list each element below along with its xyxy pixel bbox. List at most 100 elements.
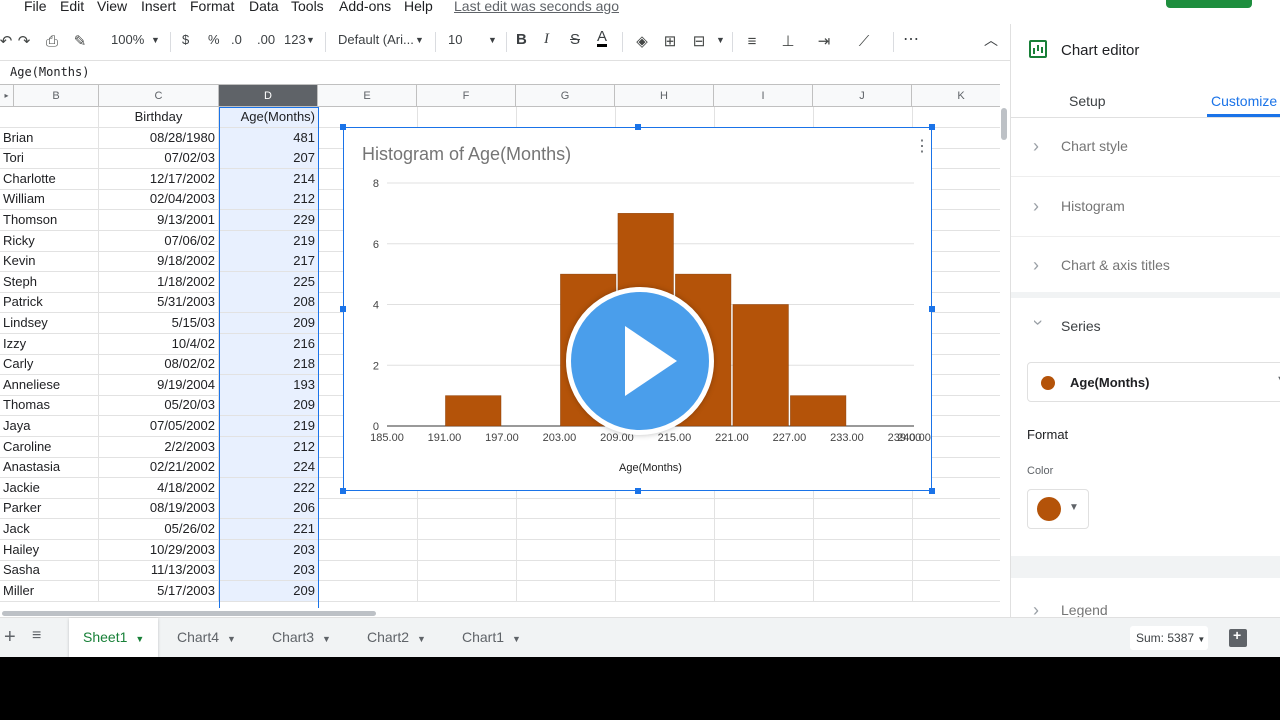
table-cell[interactable] bbox=[517, 539, 616, 561]
italic-button[interactable]: I bbox=[544, 31, 549, 48]
table-cell[interactable]: 221 bbox=[219, 519, 319, 540]
tab-setup[interactable]: Setup bbox=[1069, 93, 1106, 109]
vertical-scrollbar[interactable] bbox=[1001, 108, 1007, 140]
table-cell[interactable]: 9/18/2002 bbox=[99, 251, 219, 273]
column-header-d[interactable]: D bbox=[219, 85, 318, 107]
table-cell[interactable]: Jackie bbox=[0, 477, 99, 499]
chevron-down-icon[interactable]: ▼ bbox=[417, 634, 426, 644]
strikethrough-button[interactable]: S bbox=[570, 31, 580, 48]
resize-handle[interactable] bbox=[929, 306, 935, 312]
menu-edit[interactable]: Edit bbox=[60, 0, 84, 14]
table-cell[interactable]: 12/17/2002 bbox=[99, 168, 219, 190]
column-header-f[interactable]: F bbox=[417, 85, 516, 107]
header-cell[interactable] bbox=[913, 107, 1000, 128]
column-header-g[interactable]: G bbox=[516, 85, 615, 107]
all-sheets-icon[interactable]: ≡ bbox=[32, 627, 41, 645]
menu-file[interactable]: File bbox=[24, 0, 47, 14]
table-cell[interactable]: 206 bbox=[219, 498, 319, 520]
table-cell[interactable]: 1/18/2002 bbox=[99, 271, 219, 293]
header-cell[interactable] bbox=[0, 107, 99, 128]
table-cell[interactable]: Jack bbox=[0, 519, 99, 540]
resize-handle[interactable] bbox=[340, 306, 346, 312]
chevron-down-icon[interactable]: ▼ bbox=[716, 35, 725, 45]
tab-customize[interactable]: Customize bbox=[1211, 93, 1277, 109]
table-cell[interactable]: 217 bbox=[219, 251, 319, 273]
table-cell[interactable]: 5/15/03 bbox=[99, 313, 219, 334]
menu-addons[interactable]: Add-ons bbox=[339, 0, 391, 14]
table-cell[interactable] bbox=[913, 581, 1000, 602]
table-cell[interactable] bbox=[517, 498, 616, 520]
menu-view[interactable]: View bbox=[97, 0, 127, 14]
table-cell[interactable] bbox=[319, 519, 418, 540]
font-size-select[interactable]: 10 bbox=[448, 32, 462, 47]
menu-help[interactable]: Help bbox=[404, 0, 433, 14]
redo-icon[interactable]: ↷ bbox=[14, 30, 34, 52]
play-button-icon[interactable] bbox=[566, 287, 714, 435]
chevron-down-icon[interactable]: ▼ bbox=[135, 634, 144, 644]
chevron-down-icon[interactable]: ▼ bbox=[322, 634, 331, 644]
resize-handle[interactable] bbox=[929, 488, 935, 494]
table-cell[interactable]: 229 bbox=[219, 210, 319, 231]
select-all-corner[interactable]: ▸ bbox=[0, 85, 14, 107]
table-cell[interactable]: Anneliese bbox=[0, 374, 99, 396]
table-cell[interactable] bbox=[616, 580, 715, 602]
table-cell[interactable]: Miller bbox=[0, 580, 99, 602]
table-cell[interactable]: 218 bbox=[219, 354, 319, 376]
table-cell[interactable]: Carly bbox=[0, 354, 99, 376]
table-cell[interactable]: Sasha bbox=[0, 560, 99, 582]
table-cell[interactable]: 214 bbox=[219, 168, 319, 190]
font-select[interactable]: Default (Ari... bbox=[338, 32, 414, 47]
table-cell[interactable]: Kevin bbox=[0, 251, 99, 273]
table-cell[interactable]: 203 bbox=[219, 560, 319, 582]
table-cell[interactable] bbox=[814, 580, 913, 602]
column-header-e[interactable]: E bbox=[318, 85, 417, 107]
table-cell[interactable]: 212 bbox=[219, 436, 319, 458]
text-wrap-icon[interactable]: ⇥ bbox=[814, 30, 834, 52]
table-cell[interactable]: Patrick bbox=[0, 292, 99, 314]
header-cell[interactable] bbox=[616, 107, 715, 128]
table-cell[interactable]: 4/18/2002 bbox=[99, 477, 219, 499]
table-cell[interactable]: Anastasia bbox=[0, 457, 99, 479]
table-cell[interactable]: 07/06/02 bbox=[99, 230, 219, 252]
table-cell[interactable] bbox=[616, 560, 715, 582]
menu-insert[interactable]: Insert bbox=[141, 0, 176, 14]
table-cell[interactable]: 5/31/2003 bbox=[99, 292, 219, 314]
color-picker-button[interactable]: ▼ bbox=[1027, 489, 1089, 529]
table-cell[interactable] bbox=[418, 498, 517, 520]
resize-handle[interactable] bbox=[929, 124, 935, 130]
table-cell[interactable]: 08/19/2003 bbox=[99, 498, 219, 520]
table-cell[interactable] bbox=[913, 560, 1000, 582]
merge-cells-icon[interactable]: ⊟ bbox=[688, 30, 710, 52]
table-cell[interactable]: Steph bbox=[0, 271, 99, 293]
table-cell[interactable] bbox=[616, 539, 715, 561]
table-cell[interactable]: 209 bbox=[219, 395, 319, 417]
percent-button[interactable]: % bbox=[208, 32, 220, 47]
sheet-tab[interactable]: Chart3 ▼ bbox=[258, 618, 345, 657]
align-icon[interactable]: ≡ bbox=[742, 30, 762, 52]
table-cell[interactable]: 212 bbox=[219, 189, 319, 211]
table-cell[interactable] bbox=[715, 498, 814, 520]
table-cell[interactable] bbox=[715, 519, 814, 540]
sum-indicator[interactable]: Sum: 5387 ▼ bbox=[1130, 626, 1208, 650]
text-color-button[interactable]: A bbox=[597, 29, 608, 47]
header-cell[interactable] bbox=[418, 107, 517, 128]
menu-data[interactable]: Data bbox=[249, 0, 279, 14]
table-cell[interactable] bbox=[319, 560, 418, 582]
table-cell[interactable]: 9/19/2004 bbox=[99, 374, 219, 396]
resize-handle[interactable] bbox=[635, 488, 641, 494]
more-icon[interactable]: ⋯ bbox=[903, 29, 919, 49]
table-cell[interactable]: 209 bbox=[219, 580, 319, 602]
table-cell[interactable]: 10/29/2003 bbox=[99, 539, 219, 561]
table-cell[interactable]: Charlotte bbox=[0, 168, 99, 190]
formula-bar[interactable]: Age(Months) bbox=[0, 60, 1010, 84]
table-cell[interactable]: 05/26/02 bbox=[99, 519, 219, 540]
table-cell[interactable]: 219 bbox=[219, 230, 319, 252]
chevron-down-icon[interactable]: ▼ bbox=[227, 634, 236, 644]
table-cell[interactable] bbox=[913, 519, 1000, 540]
table-cell[interactable] bbox=[418, 539, 517, 561]
table-cell[interactable]: 203 bbox=[219, 539, 319, 561]
table-cell[interactable]: 481 bbox=[219, 127, 319, 149]
resize-handle[interactable] bbox=[340, 488, 346, 494]
header-cell[interactable] bbox=[319, 107, 418, 128]
series-select[interactable]: Age(Months) ▼ bbox=[1027, 362, 1280, 402]
